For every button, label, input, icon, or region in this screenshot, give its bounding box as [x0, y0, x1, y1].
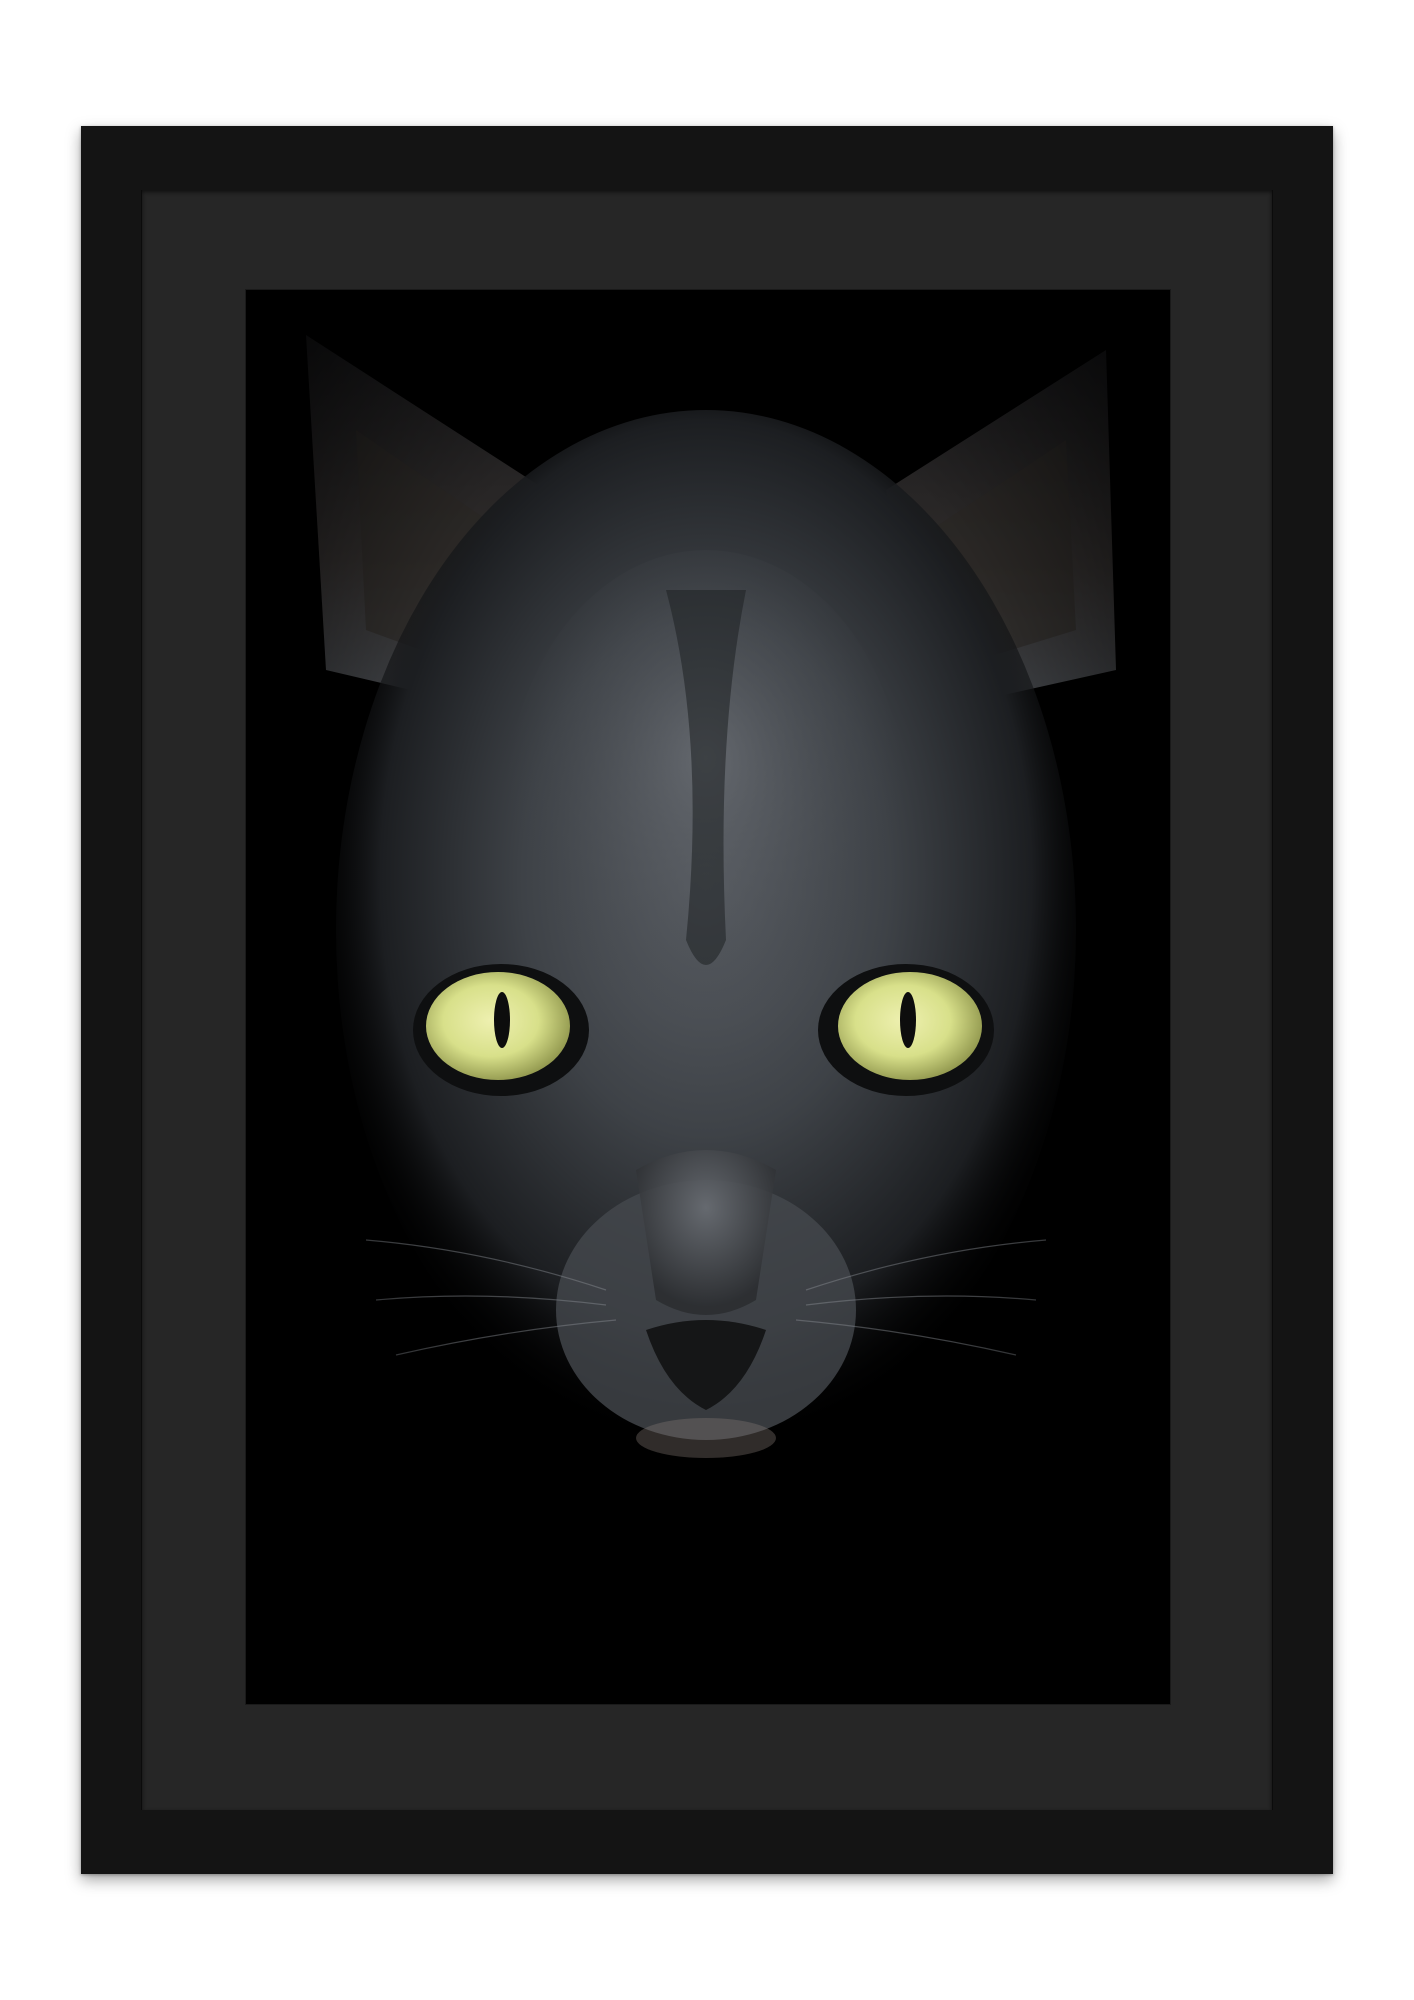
cat-photo [246, 290, 1170, 1704]
bottom-shadow [246, 1470, 1170, 1704]
cat-illustration [246, 290, 1170, 1704]
page [0, 0, 1414, 2000]
